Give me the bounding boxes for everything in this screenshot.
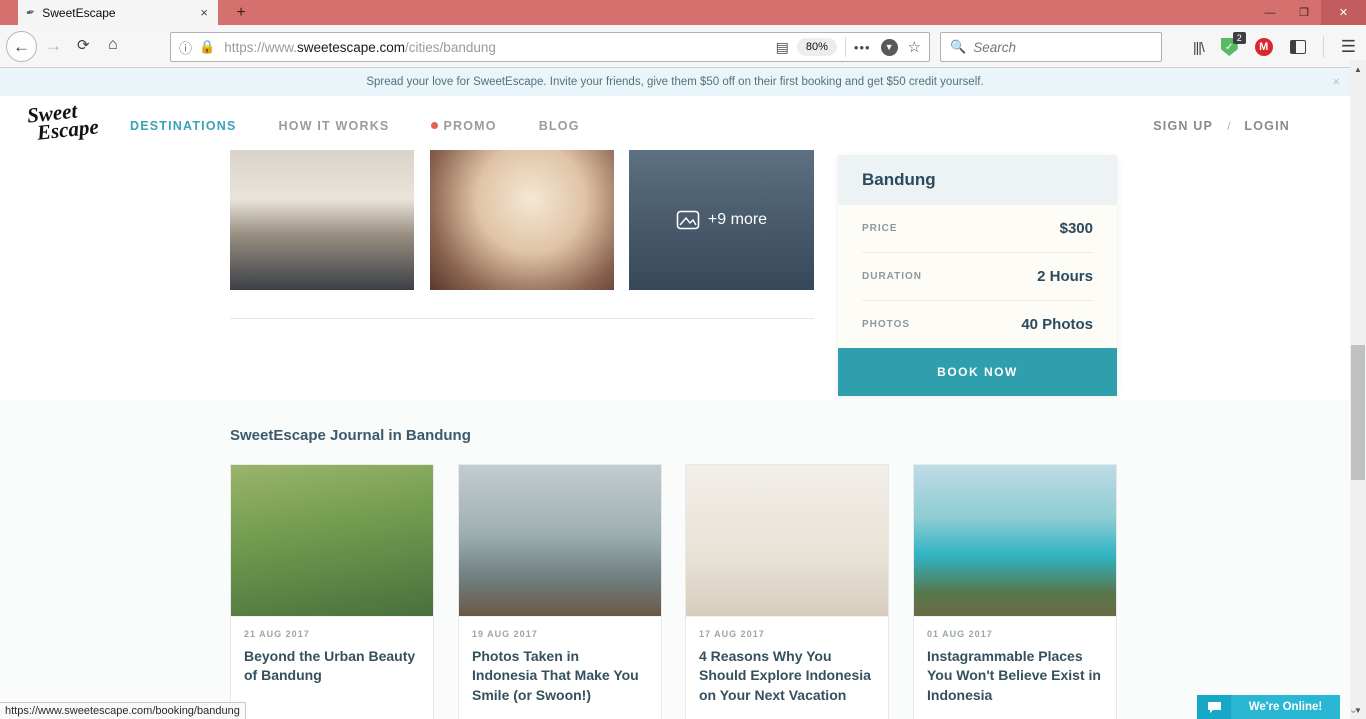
journal-article-card[interactable]: 17 AUG 2017 4 Reasons Why You Should Exp…	[685, 464, 889, 719]
article-image-tea-plantation	[231, 465, 433, 617]
article-title[interactable]: 4 Reasons Why You Should Explore Indones…	[699, 647, 875, 705]
article-image-lake-pier	[459, 465, 661, 617]
more-photos-label: +9 more	[708, 211, 767, 229]
browser-titlebar: ✒ SweetEscape × + — ❐ ✕	[0, 0, 1366, 25]
city-name: Bandung	[862, 170, 1093, 190]
sidebar-toggle-icon[interactable]	[1290, 40, 1306, 54]
live-chat-widget[interactable]: We're Online!	[1197, 695, 1340, 719]
photos-stack-icon	[676, 210, 700, 230]
gallery-photo-2[interactable]	[430, 150, 614, 290]
bookmark-star-icon[interactable]: ☆	[908, 38, 921, 56]
zoom-level-button[interactable]: 80%	[797, 38, 837, 56]
article-date: 19 AUG 2017	[472, 629, 648, 639]
secure-lock-icon: 🔒	[199, 39, 215, 55]
hamburger-menu-icon[interactable]: ☰	[1341, 37, 1356, 57]
url-text[interactable]: https://www.sweetescape.com/cities/bandu…	[224, 40, 767, 55]
library-icon[interactable]: |||\	[1193, 39, 1204, 55]
pocket-icon[interactable]: ▼	[881, 39, 898, 56]
reader-mode-icon[interactable]: ▤	[776, 39, 789, 56]
nav-how-it-works[interactable]: HOW IT WORKS	[279, 119, 390, 133]
nav-destinations[interactable]: DESTINATIONS	[130, 119, 237, 133]
page-info-icon[interactable]: ⓘ	[179, 38, 192, 57]
article-title[interactable]: Photos Taken in Indonesia That Make You …	[472, 647, 648, 705]
journal-section: SweetEscape Journal in Bandung 21 AUG 20…	[0, 400, 1350, 719]
new-tab-button[interactable]: +	[228, 0, 254, 25]
price-value: $300	[1060, 220, 1093, 237]
back-button[interactable]: ←	[6, 31, 37, 62]
page-content: Spread your love for SweetEscape. Invite…	[0, 68, 1350, 719]
duration-row: DURATION 2 Hours	[862, 253, 1093, 301]
site-favicon-icon: ✒	[25, 5, 37, 20]
journal-article-card[interactable]: 01 AUG 2017 Instagrammable Places You Wo…	[913, 464, 1117, 719]
auth-nav: SIGN UP / LOGIN	[1153, 96, 1290, 155]
article-date: 17 AUG 2017	[699, 629, 875, 639]
tab-title: SweetEscape	[42, 6, 191, 20]
chat-status-label: We're Online!	[1231, 701, 1340, 713]
article-image-beach	[686, 465, 888, 617]
journal-article-card[interactable]: 21 AUG 2017 Beyond the Urban Beauty of B…	[230, 464, 434, 719]
booking-card-body: PRICE $300 DURATION 2 Hours PHOTOS 40 Ph…	[838, 205, 1117, 348]
duration-value: 2 Hours	[1037, 268, 1093, 285]
sweetescape-logo[interactable]: Sweet Escape	[26, 100, 99, 143]
window-close-button[interactable]: ✕	[1321, 0, 1366, 25]
page-actions-icon[interactable]: •••	[854, 40, 871, 55]
scroll-up-arrow[interactable]: ▲	[1350, 62, 1366, 76]
promo-dot-icon	[431, 122, 438, 129]
main-nav: DESTINATIONS HOW IT WORKS PROMO BLOG	[130, 96, 580, 155]
journal-section-title: SweetEscape Journal in Bandung	[230, 427, 471, 444]
promo-banner-text: Spread your love for SweetEscape. Invite…	[366, 76, 983, 88]
chat-bubble-icon	[1197, 695, 1231, 719]
reload-button[interactable]: ⟳	[77, 36, 90, 54]
login-link[interactable]: LOGIN	[1244, 119, 1290, 133]
article-title[interactable]: Beyond the Urban Beauty of Bandung	[244, 647, 420, 686]
search-icon: 🔍	[950, 39, 966, 55]
nav-blog[interactable]: BLOG	[539, 119, 580, 133]
home-button[interactable]: ⌂	[108, 36, 118, 54]
browser-tab[interactable]: ✒ SweetEscape ×	[18, 0, 218, 25]
status-bar-link-preview: https://www.sweetescape.com/booking/band…	[0, 702, 246, 719]
window-restore-button[interactable]: ❐	[1287, 0, 1321, 25]
journal-article-card[interactable]: 19 AUG 2017 Photos Taken in Indonesia Th…	[458, 464, 662, 719]
article-date: 01 AUG 2017	[927, 629, 1103, 639]
url-bar[interactable]: ⓘ 🔒 https://www.sweetescape.com/cities/b…	[170, 32, 930, 62]
scrollbar-thumb[interactable]	[1351, 345, 1365, 480]
book-now-button[interactable]: BOOK NOW	[838, 348, 1117, 396]
search-placeholder: Search	[973, 40, 1016, 55]
photos-row: PHOTOS 40 Photos	[862, 301, 1093, 348]
tab-close-icon[interactable]: ×	[198, 5, 210, 20]
referral-promo-banner: Spread your love for SweetEscape. Invite…	[0, 68, 1350, 96]
shield-badge: 2	[1233, 32, 1246, 44]
chat-collapse-chevron-icon[interactable]: ⌄	[1349, 703, 1358, 716]
article-date: 21 AUG 2017	[244, 629, 420, 639]
booking-card: Bandung PRICE $300 DURATION 2 Hours PHOT…	[838, 155, 1117, 396]
site-header: Sweet Escape DESTINATIONS HOW IT WORKS P…	[0, 96, 1350, 155]
search-bar[interactable]: 🔍 Search	[940, 32, 1162, 62]
page-scrollbar[interactable]: ▲ ▼	[1350, 60, 1366, 719]
privacy-shield-icon[interactable]: ✓ 2	[1221, 38, 1238, 56]
banner-close-icon[interactable]: ×	[1332, 74, 1340, 89]
signup-link[interactable]: SIGN UP	[1153, 119, 1213, 133]
nav-promo[interactable]: PROMO	[431, 119, 496, 133]
gallery-more-photos[interactable]: +9 more	[629, 150, 814, 290]
price-row: PRICE $300	[862, 205, 1093, 253]
photos-value: 40 Photos	[1021, 316, 1093, 333]
mega-extension-icon[interactable]: M	[1255, 38, 1273, 56]
article-image-islands	[914, 465, 1116, 617]
window-minimize-button[interactable]: —	[1253, 0, 1287, 25]
booking-card-header: Bandung	[838, 155, 1117, 205]
gallery-photo-1[interactable]	[230, 150, 414, 290]
forward-button[interactable]: →	[45, 36, 62, 56]
article-title[interactable]: Instagrammable Places You Won't Believe …	[927, 647, 1103, 705]
